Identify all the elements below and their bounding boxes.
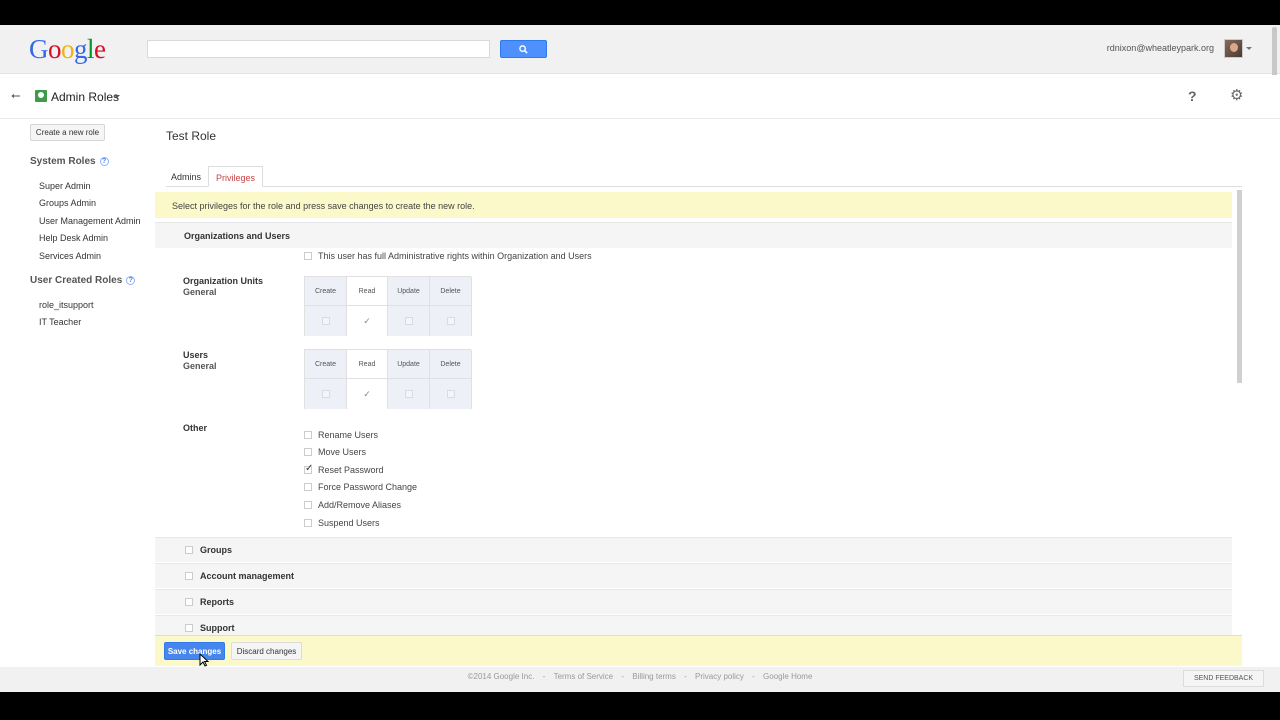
content-scrollbar[interactable] xyxy=(1237,190,1242,383)
app-header: ⭠ Admin Roles ? ⚙ xyxy=(0,75,1280,119)
users-read-cell[interactable]: ✓ xyxy=(347,378,388,409)
column-header-delete: Delete xyxy=(430,277,472,305)
full-rights-checkbox[interactable] xyxy=(304,252,312,260)
reports-checkbox[interactable] xyxy=(185,598,193,606)
org-units-update-checkbox[interactable] xyxy=(404,317,413,325)
section-account-management[interactable]: Account management xyxy=(155,563,1232,588)
footer-link-privacy[interactable]: Privacy policy xyxy=(695,672,744,681)
sidebar-item-help-desk-admin[interactable]: Help Desk Admin xyxy=(39,233,108,243)
tab-admins[interactable]: Admins xyxy=(166,166,206,187)
column-header-create: Create xyxy=(305,350,347,378)
force-password-change-checkbox[interactable] xyxy=(304,483,312,491)
groups-checkbox[interactable] xyxy=(185,546,193,554)
footer-link-billing[interactable]: Billing terms xyxy=(632,672,676,681)
users-create-cell[interactable] xyxy=(305,378,347,409)
help-icon[interactable]: ? xyxy=(99,157,109,166)
other-option-force-password-change[interactable]: Force Password Change xyxy=(304,482,417,492)
footer-copyright: ©2014 Google Inc. xyxy=(467,672,535,681)
info-banner: Select privileges for the role and press… xyxy=(155,192,1232,218)
sidebar-item-services-admin[interactable]: Services Admin xyxy=(39,251,101,261)
send-feedback-button[interactable]: SEND FEEDBACK xyxy=(1183,670,1264,687)
users-delete-cell[interactable] xyxy=(430,378,472,409)
users-delete-checkbox[interactable] xyxy=(446,390,455,398)
full-rights-option[interactable]: This user has full Administrative rights… xyxy=(304,251,592,261)
column-header-create: Create xyxy=(305,277,347,305)
users-create-checkbox[interactable] xyxy=(321,390,330,398)
tab-privileges[interactable]: Privileges xyxy=(208,166,263,187)
users-permission-table: Create Read Update Delete ✓ xyxy=(304,349,472,409)
check-icon: ✓ xyxy=(363,388,371,399)
user-created-roles-heading: User Created Roles? xyxy=(30,275,136,286)
rename-users-checkbox[interactable] xyxy=(304,431,312,439)
full-rights-label: This user has full Administrative rights… xyxy=(318,251,592,261)
section-header-organizations-users[interactable]: Organizations and Users xyxy=(155,222,1232,248)
sidebar-item-user-management-admin[interactable]: User Management Admin xyxy=(39,216,141,226)
users-update-cell[interactable] xyxy=(388,378,430,409)
other-option-move-users[interactable]: Move Users xyxy=(304,447,366,457)
avatar[interactable] xyxy=(1224,39,1243,58)
search-icon xyxy=(519,44,528,54)
org-units-read-cell[interactable]: ✓ xyxy=(347,305,388,336)
org-units-create-checkbox[interactable] xyxy=(321,317,330,325)
suspend-users-checkbox[interactable] xyxy=(304,519,312,527)
move-users-checkbox[interactable] xyxy=(304,448,312,456)
role-tabs: Admins Privileges xyxy=(166,166,1242,187)
org-units-delete-checkbox[interactable] xyxy=(446,317,455,325)
footer-link-google-home[interactable]: Google Home xyxy=(763,672,812,681)
support-checkbox[interactable] xyxy=(185,624,193,632)
users-label: Users General xyxy=(183,350,217,371)
help-icon[interactable]: ? xyxy=(126,276,136,285)
admin-roles-title[interactable]: Admin Roles xyxy=(51,90,119,104)
sidebar-item-role-itsupport[interactable]: role_itsupport xyxy=(39,300,94,310)
top-bar: Google rdnixon@wheatleypark.org xyxy=(0,25,1280,89)
check-icon: ✓ xyxy=(363,315,371,326)
save-button[interactable]: Save changes xyxy=(164,642,225,660)
sidebar-item-groups-admin[interactable]: Groups Admin xyxy=(39,198,96,208)
org-units-update-cell[interactable] xyxy=(388,305,430,336)
account-management-checkbox[interactable] xyxy=(185,572,193,580)
org-units-permission-table: Create Read Update Delete ✓ xyxy=(304,276,472,336)
section-reports[interactable]: Reports xyxy=(155,589,1232,614)
chevron-down-icon[interactable] xyxy=(114,95,120,98)
column-header-read: Read xyxy=(347,277,388,305)
sidebar-item-super-admin[interactable]: Super Admin xyxy=(39,181,91,191)
help-icon[interactable]: ? xyxy=(1188,88,1197,104)
users-update-checkbox[interactable] xyxy=(404,390,413,398)
column-header-read: Read xyxy=(347,350,388,378)
org-units-label: Organization Units General xyxy=(183,276,264,297)
footer-link-terms[interactable]: Terms of Service xyxy=(554,672,614,681)
org-units-create-cell[interactable] xyxy=(305,305,347,336)
other-option-add-remove-aliases[interactable]: Add/Remove Aliases xyxy=(304,500,401,510)
gear-icon[interactable]: ⚙ xyxy=(1230,86,1243,104)
other-option-rename-users[interactable]: Rename Users xyxy=(304,430,378,440)
account-caret-icon[interactable] xyxy=(1246,47,1252,50)
google-logo[interactable]: Google xyxy=(29,34,106,65)
other-option-reset-password[interactable]: Reset Password xyxy=(304,463,384,475)
save-bar xyxy=(155,635,1242,666)
search-input[interactable] xyxy=(147,40,490,58)
back-arrow-icon[interactable]: ⭠ xyxy=(11,88,21,103)
column-header-delete: Delete xyxy=(430,350,472,378)
org-units-delete-cell[interactable] xyxy=(430,305,472,336)
other-option-suspend-users[interactable]: Suspend Users xyxy=(304,518,380,528)
discard-button[interactable]: Discard changes xyxy=(231,642,302,660)
admin-console-window: Google rdnixon@wheatleypark.org ⭠ Admin … xyxy=(0,25,1280,692)
admin-roles-icon xyxy=(35,90,47,102)
sidebar-item-it-teacher[interactable]: IT Teacher xyxy=(39,317,81,327)
section-groups[interactable]: Groups xyxy=(155,537,1232,562)
footer: ©2014 Google Inc. - Terms of Service - B… xyxy=(0,667,1280,692)
page-title: Test Role xyxy=(166,129,217,143)
reset-password-checkbox[interactable] xyxy=(304,463,313,474)
search-button[interactable] xyxy=(500,40,547,58)
user-email[interactable]: rdnixon@wheatleypark.org xyxy=(1107,43,1214,53)
system-roles-heading: System Roles? xyxy=(30,156,109,167)
column-header-update: Update xyxy=(388,277,430,305)
create-role-button[interactable]: Create a new role xyxy=(30,124,105,141)
column-header-update: Update xyxy=(388,350,430,378)
add-remove-aliases-checkbox[interactable] xyxy=(304,501,312,509)
other-label: Other xyxy=(183,423,208,433)
